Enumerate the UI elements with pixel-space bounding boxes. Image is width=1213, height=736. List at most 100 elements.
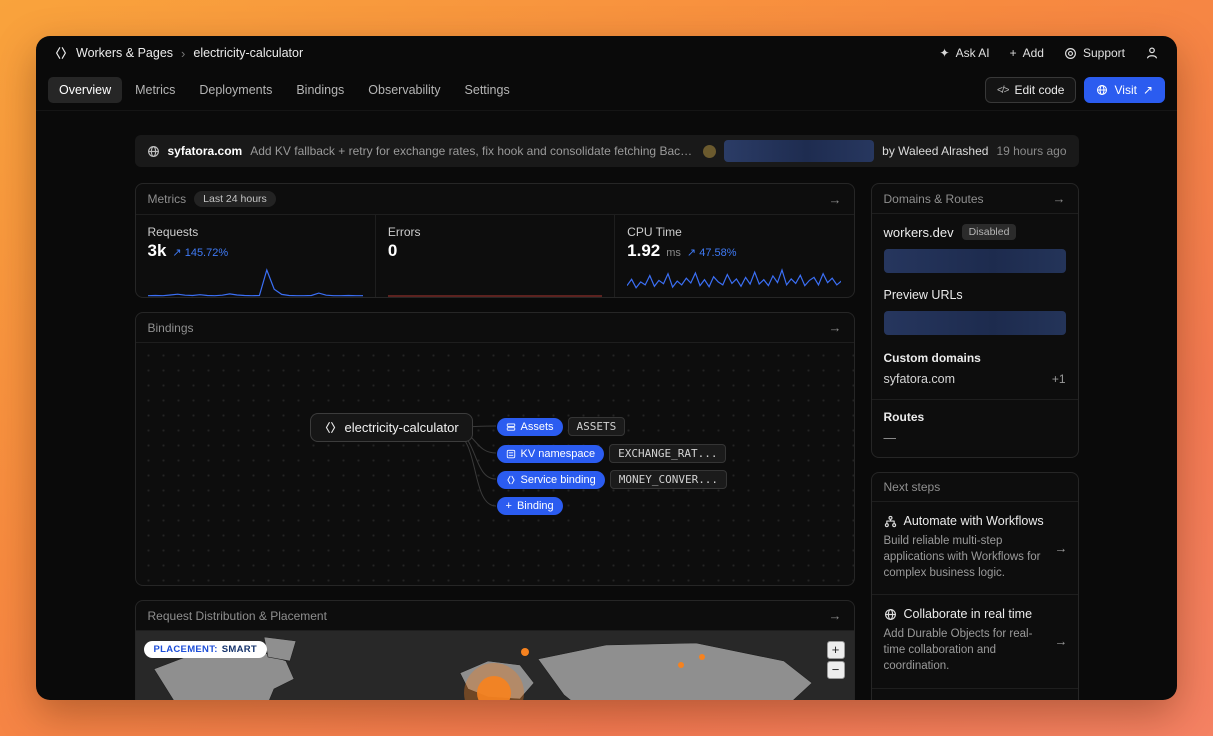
binding-row-kv: KV namespace EXCHANGE_RAT... [497,444,727,463]
placement-card-header: Request Distribution & Placement → [136,601,854,631]
add-binding-pill[interactable]: + Binding [497,497,563,515]
plus-icon: + [1010,46,1017,60]
globe-icon [147,145,160,158]
step-arrow-icon[interactable]: → [1055,541,1068,556]
edit-code-button[interactable]: </> Edit code [985,77,1077,103]
domains-routes-header: Domains & Routes → [872,184,1078,214]
world-map[interactable]: PLACEMENT: SMART + − [136,631,854,700]
custom-domain-row: syfatora.com +1 [884,372,1066,386]
service-binding-pill[interactable]: Service binding [497,471,605,489]
tab-settings[interactable]: Settings [454,77,521,103]
placement-title: Request Distribution & Placement [148,609,327,623]
cpu-time-value: 1.92 [627,241,660,261]
worker-node[interactable]: electricity-calculator [310,413,473,442]
placement-badge-value: SMART [222,644,257,655]
bindings-graph-canvas[interactable]: electricity-calculator Assets ASSETS [136,343,854,585]
custom-domain-link[interactable]: syfatora.com [884,372,956,386]
tab-deployments[interactable]: Deployments [188,77,283,103]
plus-icon: + [506,500,512,512]
step-title-text: Collaborate in real time [904,607,1033,621]
next-steps-header: Next steps [872,473,1078,502]
assets-pill-label: Assets [521,421,554,433]
page-content: syfatora.com Add KV fallback + retry for… [135,111,1079,700]
add-label: Add [1023,46,1044,60]
metrics-card: Metrics Last 24 hours → Requests 3k ↗ 14… [135,183,855,298]
bindings-card-header: Bindings → [136,313,854,343]
cpu-time-unit: ms [666,247,681,259]
time-range-badge: Last 24 hours [194,191,276,207]
tab-bindings[interactable]: Bindings [285,77,355,103]
breadcrumb: Workers & Pages › electricity-calculator [54,46,303,61]
bindings-link-arrow-icon[interactable]: → [829,320,842,335]
bindings-title: Bindings [148,321,194,335]
domains-routes-card: Domains & Routes → workers.dev Disabled … [871,183,1079,458]
external-link-icon: ↗ [1143,83,1153,97]
globe-icon [1096,84,1108,96]
zoom-in-button[interactable]: + [827,641,845,659]
traffic-marker-small [521,648,529,656]
graph-connector-lines [136,343,854,585]
assets-icon [506,422,516,432]
routes-label: Routes [884,410,1066,424]
user-icon [1145,46,1159,60]
tab-overview[interactable]: Overview [48,77,122,103]
deployment-banner[interactable]: syfatora.com Add KV fallback + retry for… [135,135,1079,167]
ask-ai-button[interactable]: ✦ Ask AI [940,46,990,60]
service-binding-tag[interactable]: MONEY_CONVER... [610,470,727,489]
step-description: Build reliable multi-step applications w… [884,533,1050,581]
assets-binding-tag[interactable]: ASSETS [568,417,626,436]
binding-row-add: + Binding [497,497,563,515]
step-arrow-icon[interactable]: → [1055,634,1068,649]
step-description: Add Durable Objects for real-time collab… [884,626,1050,674]
traffic-marker-small [678,662,684,668]
commit-time: 19 hours ago [996,144,1066,158]
cpu-time-sparkline [627,267,841,297]
metrics-title: Metrics [148,192,187,206]
requests-value: 3k [148,241,167,261]
support-icon [1064,47,1077,60]
add-binding-label: Binding [517,500,554,512]
placement-badge-label: PLACEMENT: [154,644,218,655]
tab-metrics[interactable]: Metrics [124,77,186,103]
next-step-durable-objects[interactable]: Collaborate in real time Add Durable Obj… [872,594,1078,687]
tabbar-actions: </> Edit code Visit ↗ [985,77,1165,103]
tabs: Overview Metrics Deployments Bindings Ob… [48,77,521,103]
workers-pages-icon [54,46,68,60]
visit-button[interactable]: Visit ↗ [1084,77,1165,103]
next-steps-card: Next steps Automate with Workflows Build… [871,472,1079,700]
assets-pill[interactable]: Assets [497,418,563,436]
commit-emoji-icon [703,145,716,158]
redacted-preview-url [884,311,1066,335]
workers-icon [324,421,337,434]
domains-link-arrow-icon[interactable]: → [1053,191,1066,206]
visit-label: Visit [1114,83,1136,97]
support-button[interactable]: Support [1064,46,1125,60]
step-title-text: Automate with Workflows [904,514,1044,528]
top-bar: Workers & Pages › electricity-calculator… [36,36,1177,70]
routes-value: — [884,431,1066,445]
cpu-time-label: CPU Time [627,225,841,239]
metrics-body: Requests 3k ↗ 145.72% Errors 0 [136,215,854,297]
deployment-domain-link[interactable]: syfatora.com [168,144,243,158]
kv-binding-tag[interactable]: EXCHANGE_RAT... [609,444,726,463]
requests-label: Requests [148,225,363,239]
sparkle-icon: ✦ [940,46,950,60]
custom-domain-extra-count: +1 [1052,372,1066,386]
breadcrumb-workers-pages[interactable]: Workers & Pages [76,46,173,60]
custom-domains-label: Custom domains [884,351,1066,365]
placement-link-arrow-icon[interactable]: → [829,608,842,623]
next-step-queues[interactable]: Process messages with Queues Build relia… [872,688,1078,700]
kv-namespace-pill[interactable]: KV namespace [497,445,605,463]
breadcrumb-separator-icon: › [181,46,185,61]
user-menu-button[interactable] [1145,46,1159,60]
next-step-workflows[interactable]: Automate with Workflows Build reliable m… [872,502,1078,594]
redacted-commit-info [724,140,874,162]
errors-label: Errors [388,225,602,239]
add-button[interactable]: + Add [1010,46,1044,60]
metric-cpu-time: CPU Time 1.92 ms ↗ 47.58% [614,215,853,297]
metrics-link-arrow-icon[interactable]: → [829,192,842,207]
support-label: Support [1083,46,1125,60]
tab-observability[interactable]: Observability [357,77,451,103]
topbar-actions: ✦ Ask AI + Add Support [940,46,1159,60]
zoom-out-button[interactable]: − [827,661,845,679]
